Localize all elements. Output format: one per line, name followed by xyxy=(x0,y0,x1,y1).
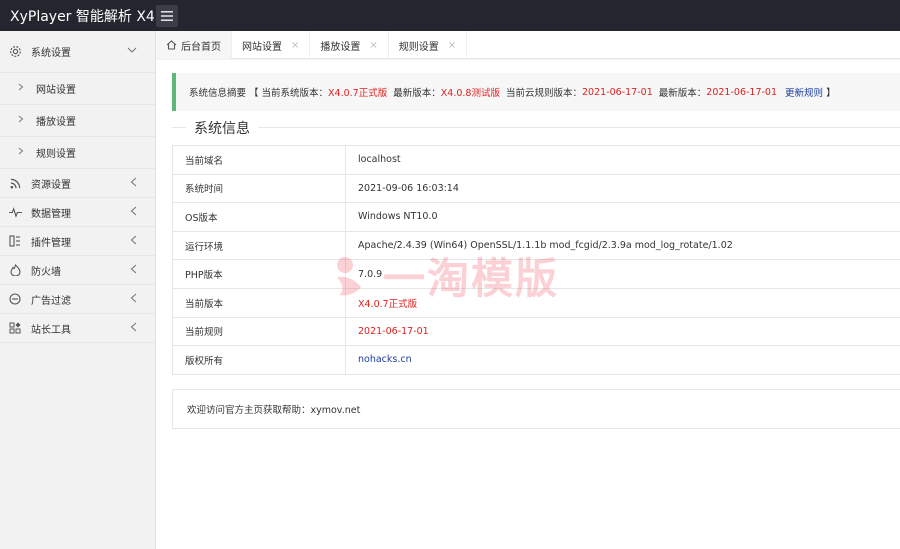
sidebar-item-label: 防火墙 xyxy=(31,266,61,278)
close-icon[interactable]: × xyxy=(448,40,456,51)
table-row: 版权所有 nohacks.cn xyxy=(172,345,900,375)
sidebar-item-label: 资源设置 xyxy=(31,179,71,191)
system-info-legend: 系统信息 xyxy=(186,118,258,138)
current-version-value: X4.0.7正式版 xyxy=(328,88,388,99)
sidebar-subitem-site-settings[interactable]: 网站设置 xyxy=(0,73,155,105)
sidebar-subitem-rule-settings[interactable]: 规则设置 xyxy=(0,137,155,169)
chevron-left-icon xyxy=(130,264,137,277)
sidebar-subitem-label: 播放设置 xyxy=(36,117,76,128)
system-summary-notice: 系统信息摘要 【 当前系统版本： X4.0.7正式版 最新版本： X4.0.8测… xyxy=(172,73,900,111)
row-value: Windows NT10.0 xyxy=(345,202,900,232)
tab-play-settings[interactable]: 播放设置 × xyxy=(310,31,389,59)
home-icon xyxy=(166,40,177,50)
sidebar-item-ad-filter[interactable]: 广告过滤 xyxy=(0,285,155,314)
sidebar-item-label: 站长工具 xyxy=(31,324,71,336)
row-key: 当前版本 xyxy=(172,288,346,318)
gear-icon xyxy=(8,45,22,59)
help-panel: 欢迎访问官方主页获取帮助：xymov.net xyxy=(172,389,900,429)
chevron-left-icon xyxy=(130,293,137,306)
sidebar-item-system-settings[interactable]: 系统设置 xyxy=(0,31,155,73)
sidebar-item-data-management[interactable]: 数据管理 xyxy=(0,198,155,227)
row-value: 2021-09-06 16:03:14 xyxy=(345,174,900,204)
sidebar-item-firewall[interactable]: 防火墙 xyxy=(0,256,155,285)
tab-rule-settings[interactable]: 规则设置 × xyxy=(389,31,468,59)
plugin-icon xyxy=(8,234,22,248)
row-key: 版权所有 xyxy=(172,345,346,375)
system-info-table: 当前域名 localhost 系统时间 2021-09-06 16:03:14 … xyxy=(172,145,900,375)
table-row: 系统时间 2021-09-06 16:03:14 xyxy=(172,174,900,204)
row-key: OS版本 xyxy=(172,202,346,232)
main-content: 系统信息摘要 【 当前系统版本： X4.0.7正式版 最新版本： X4.0.8测… xyxy=(156,60,900,549)
row-key: 当前规则 xyxy=(172,317,346,347)
chevron-left-icon xyxy=(130,322,137,335)
chevron-right-icon xyxy=(18,115,24,126)
rss-icon xyxy=(8,176,22,190)
pulse-icon xyxy=(8,205,22,219)
row-value: Apache/2.4.39 (Win64) OpenSSL/1.1.1b mod… xyxy=(345,231,900,261)
sidebar-item-resource-settings[interactable]: 资源设置 xyxy=(0,169,155,198)
sidebar-subitem-play-settings[interactable]: 播放设置 xyxy=(0,105,155,137)
sidebar-item-label: 系统设置 xyxy=(31,48,71,59)
sidebar-item-label: 广告过滤 xyxy=(31,295,71,307)
sidebar-subitem-label: 网站设置 xyxy=(36,85,76,96)
table-row: 当前域名 localhost xyxy=(172,145,900,175)
tab-bar: 后台首页 网站设置 × 播放设置 × 规则设置 × xyxy=(156,31,900,59)
sidebar-item-label: 数据管理 xyxy=(31,208,71,220)
table-row: OS版本 Windows NT10.0 xyxy=(172,202,900,232)
table-row: 运行环境 Apache/2.4.39 (Win64) OpenSSL/1.1.1… xyxy=(172,231,900,261)
close-icon[interactable]: × xyxy=(291,40,299,51)
row-value: 2021-06-17-01 xyxy=(345,317,900,347)
notice-suffix: 】 xyxy=(823,88,836,99)
table-row: 当前规则 2021-06-17-01 xyxy=(172,317,900,347)
row-value: X4.0.7正式版 xyxy=(345,288,900,318)
row-value: nohacks.cn xyxy=(345,345,900,375)
row-key: 当前域名 xyxy=(172,145,346,175)
sidebar-item-webmaster-tools[interactable]: 站长工具 xyxy=(0,314,155,343)
sidebar-subitem-label: 规则设置 xyxy=(36,149,76,160)
row-value: localhost xyxy=(345,145,900,175)
app-title: XyPlayer 智能解析 X4 xyxy=(10,8,155,25)
top-header: XyPlayer 智能解析 X4 xyxy=(0,0,900,31)
block-icon xyxy=(8,292,22,306)
table-row: 当前版本 X4.0.7正式版 xyxy=(172,288,900,318)
menu-toggle-button[interactable] xyxy=(156,4,178,27)
chevron-left-icon xyxy=(130,177,137,190)
tab-label: 规则设置 xyxy=(398,41,439,53)
help-text: 欢迎访问官方主页获取帮助：xymov.net xyxy=(187,405,361,416)
chevron-right-icon xyxy=(18,83,24,94)
tab-home[interactable]: 后台首页 xyxy=(156,31,232,59)
close-icon[interactable]: × xyxy=(369,40,377,51)
sidebar: 系统设置 网站设置 播放设置 规则设置 资源设置 数据管理 插件管理 防火墙 广… xyxy=(0,31,156,549)
table-row: PHP版本 7.0.9 xyxy=(172,259,900,289)
apps-icon xyxy=(8,321,22,335)
latest-version-label: 最新版本： xyxy=(387,88,441,99)
row-key: 系统时间 xyxy=(172,174,346,204)
fire-icon xyxy=(8,263,22,277)
sidebar-item-label: 插件管理 xyxy=(31,237,71,249)
notice-prefix: 系统信息摘要 【 当前系统版本： xyxy=(189,88,329,99)
chevron-left-icon xyxy=(130,235,137,248)
latest-version-value: X4.0.8测试版 xyxy=(440,88,500,99)
row-key: PHP版本 xyxy=(172,259,346,289)
rule-latest-label: 最新版本： xyxy=(652,88,707,99)
tab-site-settings[interactable]: 网站设置 × xyxy=(232,31,311,59)
row-key: 运行环境 xyxy=(172,231,346,261)
fieldset-divider xyxy=(172,127,900,128)
chevron-right-icon xyxy=(18,147,24,158)
sidebar-item-plugin-management[interactable]: 插件管理 xyxy=(0,227,155,256)
chevron-down-icon xyxy=(127,46,137,57)
rule-version-label: 当前云规则版本： xyxy=(499,88,583,99)
chevron-left-icon xyxy=(130,206,137,219)
tab-label: 网站设置 xyxy=(242,41,282,53)
tab-label: 播放设置 xyxy=(320,41,361,53)
tab-label: 后台首页 xyxy=(181,41,221,53)
menu-icon xyxy=(161,10,173,21)
rule-latest-value: 2021-06-17-01 xyxy=(706,86,778,98)
copyright-link[interactable]: nohacks.cn xyxy=(358,354,412,365)
row-value: 7.0.9 xyxy=(345,259,900,289)
update-rules-link[interactable]: 更新规则 xyxy=(785,85,823,99)
rule-version-value: 2021-06-17-01 xyxy=(582,86,653,98)
